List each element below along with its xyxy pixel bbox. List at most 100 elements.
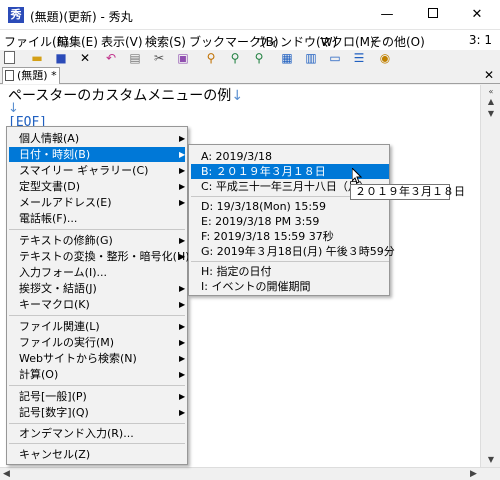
submenu-arrow-icon: ▶ xyxy=(179,370,186,379)
mouse-cursor-icon xyxy=(352,168,362,184)
undo-icon[interactable]: ↶ xyxy=(104,51,118,65)
menu-item-symbol-general[interactable]: 記号[一般](P) ▶ xyxy=(9,389,185,404)
menu-item-text-decoration[interactable]: テキストの修飾(G) ▶ xyxy=(9,233,185,248)
search-next-icon[interactable]: ⚲ xyxy=(252,51,266,65)
menu-item-label: Webサイトから検索(N) xyxy=(19,352,137,365)
menu-item-smiley[interactable]: スマイリー ギャラリー(C) ▶ xyxy=(9,163,185,178)
scroll-down-small-icon[interactable]: ▼ xyxy=(484,109,498,119)
submenu-item-d[interactable]: D: 19/3/18(Mon) 15:59 xyxy=(191,199,389,214)
redo-icon[interactable]: ▤ xyxy=(128,51,142,65)
menu-item-cancel[interactable]: キャンセル(Z) xyxy=(9,447,185,462)
tab-bar: (無題) * ✕ xyxy=(0,66,500,84)
menu-item-text-convert[interactable]: テキストの変換・整形・暗号化(H) ▶ xyxy=(9,249,190,264)
cursor-position: 3: 1 xyxy=(468,33,492,47)
paster-custom-menu: 個人情報(A) ▶ 日付・時刻(B) ▶ スマイリー ギャラリー(C) ▶ 定型文書(… xyxy=(6,126,190,465)
menu-item-key-macro[interactable]: キーマクロ(K) ▶ xyxy=(9,297,185,312)
tab-label: (無題) * xyxy=(17,69,57,82)
window-list-icon[interactable]: ☰ xyxy=(352,51,366,65)
tab-untitled[interactable]: (無題) * xyxy=(2,67,60,84)
menu-separator xyxy=(9,443,185,444)
menu-item-symbol-number[interactable]: 記号[数字](Q) ▶ xyxy=(9,405,185,420)
grep-icon[interactable]: ▦ xyxy=(280,51,294,65)
scroll-up-icon[interactable]: ▲ xyxy=(484,97,498,107)
menu-item-input-form[interactable]: 入力フォーム(I)... xyxy=(9,265,185,280)
submenu-arrow-icon: ▶ xyxy=(179,134,186,143)
menu-separator xyxy=(191,261,389,262)
submenu-item-a[interactable]: A: 2019/3/18 xyxy=(191,149,389,164)
scroll-right-icon[interactable]: ▶ xyxy=(470,469,477,479)
menu-item-date-time[interactable]: 日付・時刻(B) ▶ xyxy=(9,147,185,162)
menu-item-label: キャンセル(Z) xyxy=(19,448,91,461)
menu-item-label: 計算(O) xyxy=(19,368,59,381)
submenu-arrow-icon: ▶ xyxy=(179,408,186,417)
menu-item-file-related[interactable]: ファイル関連(L) ▶ xyxy=(9,319,185,334)
submenu-item-f[interactable]: F: 2019/3/18 15:59 37秒 xyxy=(191,229,389,244)
submenu-arrow-icon: ▶ xyxy=(179,198,186,207)
submenu-item-g[interactable]: G: 2019年３月18日(月) 午後３時59分 xyxy=(191,244,395,259)
menu-bar: ファイル(F) 編集(E) 表示(V) 検索(S) ブックマーク(B) ウィンド… xyxy=(0,30,500,50)
editor-line-1: ペースターのカスタムメニューの例↓ xyxy=(8,85,243,105)
minimize-button[interactable]: — xyxy=(364,0,410,30)
new-file-icon[interactable] xyxy=(4,51,15,64)
tab-close-icon[interactable]: ✕ xyxy=(484,68,494,82)
submenu-item-h[interactable]: H: 指定の日付 xyxy=(191,264,389,279)
submenu-arrow-icon: ▶ xyxy=(179,284,186,293)
menu-item-on-demand[interactable]: オンデマンド入力(R)... xyxy=(9,426,185,441)
menu-item-label: メールアドレス(E) xyxy=(19,196,112,209)
menu-macro[interactable]: マクロ(M) xyxy=(319,33,375,50)
search-icon[interactable]: ⚲ xyxy=(204,51,218,65)
macro-icon[interactable]: ◉ xyxy=(378,51,392,65)
replace-icon[interactable]: ▥ xyxy=(304,51,318,65)
menu-separator xyxy=(9,385,185,386)
submenu-arrow-icon: ▶ xyxy=(179,338,186,347)
horizontal-scrollbar[interactable]: ◀ ▶ xyxy=(0,467,500,480)
scroll-left-icon[interactable]: ◀ xyxy=(3,469,10,479)
menu-item-label: オンデマンド入力(R)... xyxy=(19,427,134,440)
submenu-item-e[interactable]: E: 2019/3/18 PM 3:59 xyxy=(191,214,389,229)
app-icon[interactable]: 秀 xyxy=(8,7,24,23)
menu-item-phonebook[interactable]: 電話帳(F)... xyxy=(9,211,185,226)
toolbar: ▬ ■ ✕ ↶ ▤ ✂ ▣ ⚲ ⚲ ⚲ ▦ ▥ ▭ ☰ ◉ xyxy=(0,50,500,66)
maximize-button[interactable] xyxy=(410,0,456,30)
menu-item-calculate[interactable]: 計算(O) ▶ xyxy=(9,367,185,382)
menu-item-email[interactable]: メールアドレス(E) ▶ xyxy=(9,195,185,210)
split-window-icon[interactable]: ▭ xyxy=(328,51,342,65)
menu-item-greetings[interactable]: 挨拶文・結語(J) ▶ xyxy=(9,281,185,296)
submenu-arrow-icon: ▶ xyxy=(179,322,186,331)
menu-item-label: テキストの修飾(G) xyxy=(19,234,113,247)
copy-icon[interactable]: ▣ xyxy=(176,51,190,65)
cut-icon[interactable]: ✂ xyxy=(152,51,166,65)
menu-item-label: 個人情報(A) xyxy=(19,132,80,145)
title-bar: 秀 (無題)(更新) - 秀丸 — ✕ xyxy=(0,0,500,30)
close-file-icon[interactable]: ✕ xyxy=(78,51,92,65)
menu-item-label: 記号[数字](Q) xyxy=(19,406,89,419)
menu-item-label: ファイルの実行(M) xyxy=(19,336,115,349)
menu-search[interactable]: 検索(S) xyxy=(145,33,186,50)
submenu-arrow-icon: ▶ xyxy=(179,252,186,261)
line-1-text: ペースターのカスタムメニューの例 xyxy=(8,88,232,104)
menu-item-web-search[interactable]: Webサイトから検索(N) ▶ xyxy=(9,351,185,366)
editor-line-2: ↓ xyxy=(8,101,19,116)
menu-item-personal-info[interactable]: 個人情報(A) ▶ xyxy=(9,131,185,146)
menu-separator xyxy=(9,229,185,230)
submenu-arrow-icon: ▶ xyxy=(179,236,186,245)
maximize-icon xyxy=(428,8,438,18)
menu-item-template[interactable]: 定型文書(D) ▶ xyxy=(9,179,185,194)
search-prev-icon[interactable]: ⚲ xyxy=(228,51,242,65)
menu-item-label: スマイリー ギャラリー(C) xyxy=(19,164,149,177)
save-icon[interactable]: ■ xyxy=(54,51,68,65)
submenu-item-i[interactable]: I: イベントの開催期間 xyxy=(191,279,389,294)
scroll-top-icon[interactable]: « xyxy=(484,87,498,97)
menu-view[interactable]: 表示(V) xyxy=(101,33,143,50)
submenu-arrow-icon: ▶ xyxy=(179,182,186,191)
submenu-arrow-icon: ▶ xyxy=(179,392,186,401)
menu-other[interactable]: その他(O) xyxy=(370,33,425,50)
close-button[interactable]: ✕ xyxy=(454,0,500,30)
menu-item-file-execute[interactable]: ファイルの実行(M) ▶ xyxy=(9,335,185,350)
preview-tooltip: ２０１９年３月１８日 xyxy=(350,184,465,200)
open-folder-icon[interactable]: ▬ xyxy=(30,51,44,65)
scroll-down-icon[interactable]: ▼ xyxy=(484,455,498,465)
menu-edit[interactable]: 編集(E) xyxy=(57,33,98,50)
menu-item-label: 入力フォーム(I)... xyxy=(19,266,107,279)
vertical-scrollbar[interactable]: « ▲ ▼ ▼ xyxy=(480,85,500,467)
